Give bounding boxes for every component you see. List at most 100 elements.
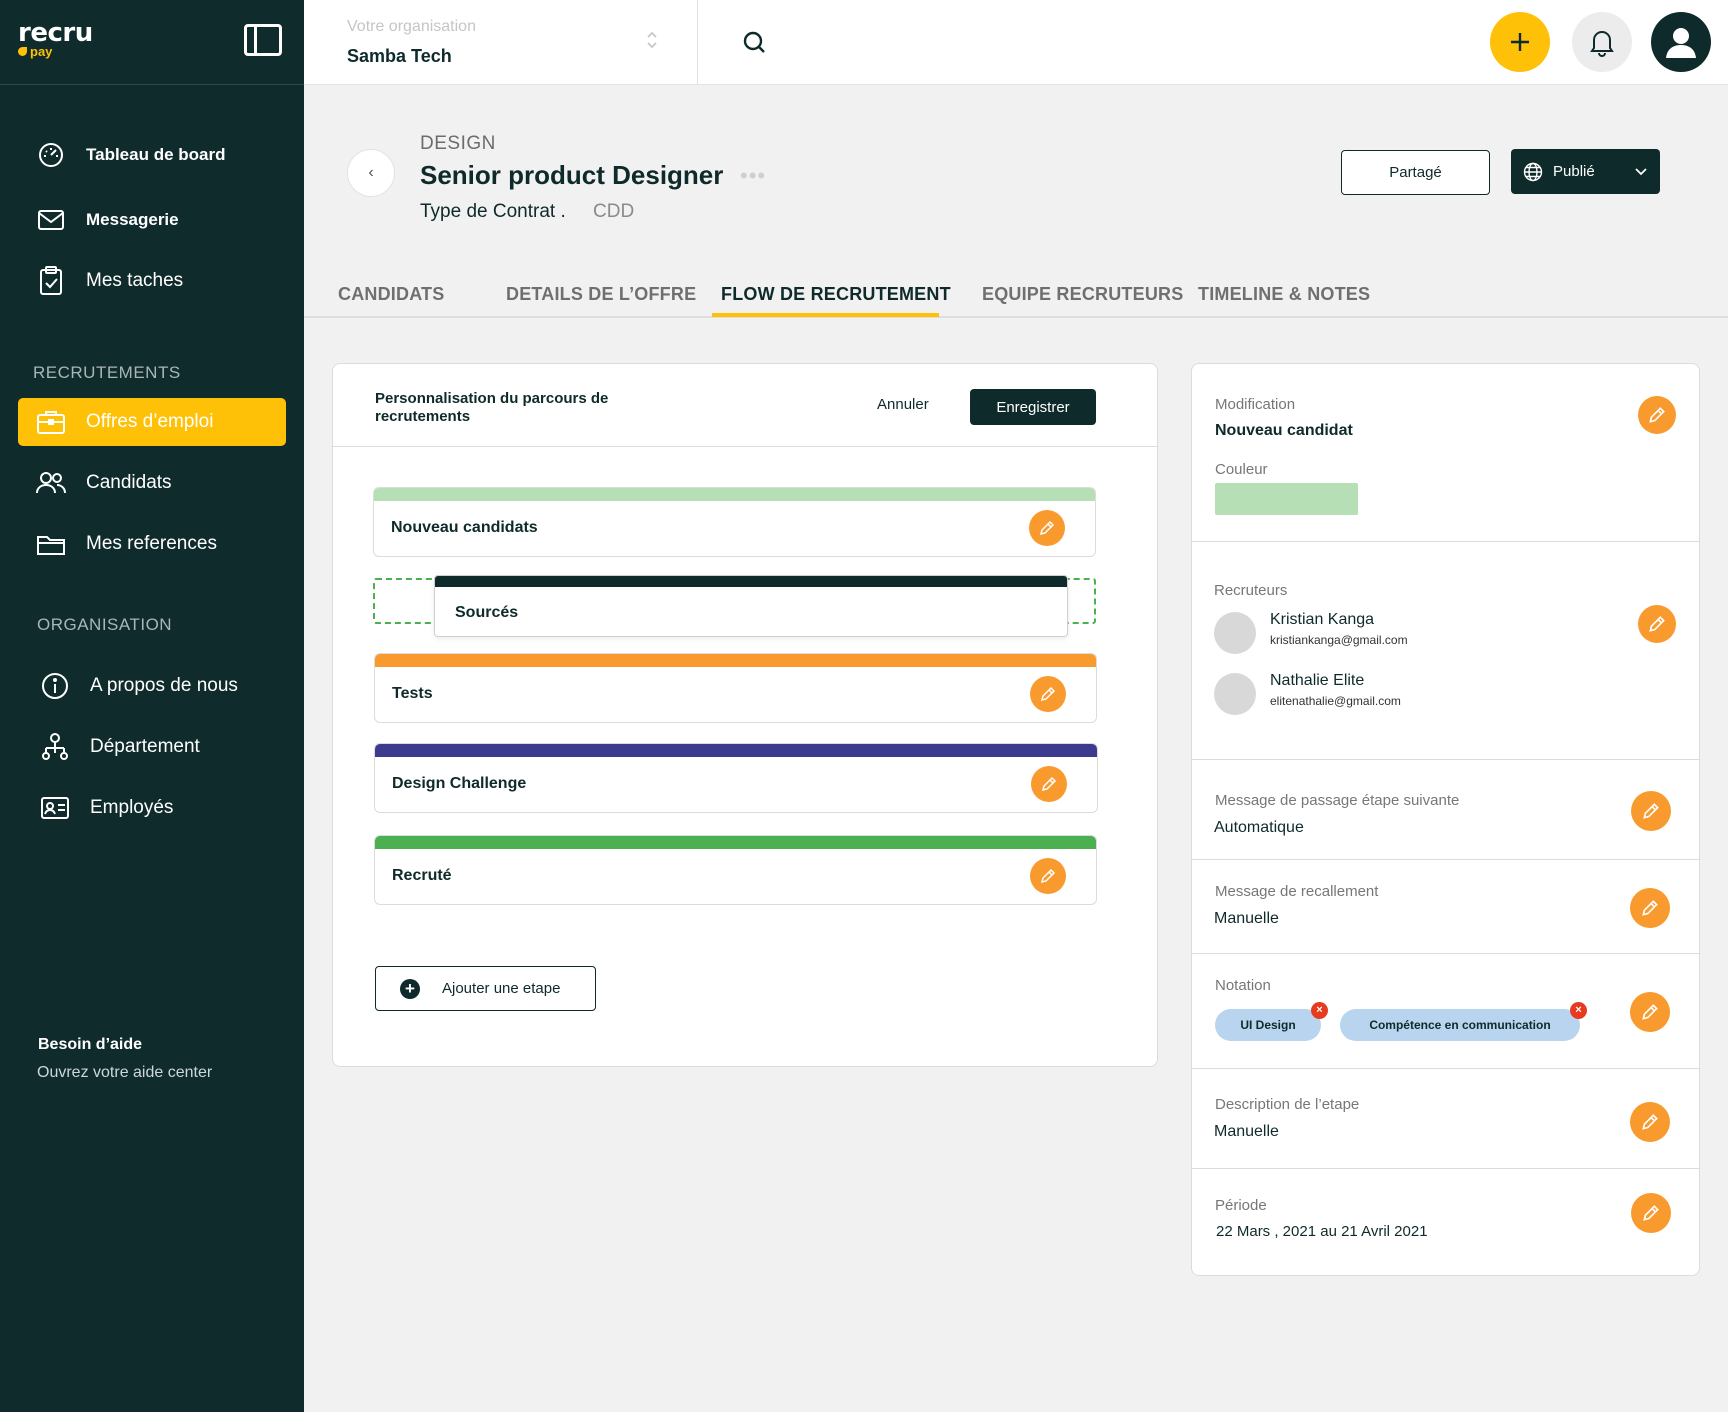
edit-recall-button[interactable] [1630, 888, 1670, 928]
details-recruiters: Recruteurs Kristian Kanga kristiankanga@… [1192, 542, 1699, 760]
edit-description-button[interactable] [1630, 1102, 1670, 1142]
details-description: Description de l’etape Manuelle [1192, 1069, 1699, 1169]
stage-color-bar [375, 836, 1096, 849]
modification-value: Nouveau candidat [1215, 422, 1353, 439]
nav-item-references[interactable]: Mes references [18, 520, 286, 568]
color-label: Couleur [1215, 461, 1268, 478]
help-title[interactable]: Besoin d’aide [38, 1036, 142, 1054]
remove-chip-icon[interactable]: × [1311, 1002, 1328, 1019]
edit-period-button[interactable] [1631, 1193, 1671, 1233]
back-button[interactable]: ‹ [347, 149, 395, 197]
stage-name: Recruté [392, 867, 452, 884]
chevron-down-icon [1635, 167, 1647, 175]
stage-card-sourced-dragging[interactable]: Sourcés [434, 575, 1068, 637]
edit-stage-button[interactable] [1030, 676, 1066, 712]
chip-label: UI Design [1240, 1018, 1296, 1032]
nav-label: Mes taches [86, 270, 184, 291]
nav-item-employees[interactable]: Employés [22, 784, 290, 832]
tabs: CANDIDATS DETAILS DE L’OFFRE FLOW DE REC… [304, 268, 1728, 318]
help-link[interactable]: Ouvrez votre aide center [37, 1064, 212, 1082]
stage-name: Sourcés [455, 604, 519, 621]
folder-icon [36, 529, 66, 559]
org-name: Samba Tech [347, 46, 452, 66]
contract-type-value: CDD [593, 201, 635, 222]
tab-recruiter-team[interactable]: EQUIPE RECRUTEURS [982, 284, 1183, 305]
pencil-icon [1642, 1004, 1658, 1020]
edit-stage-button[interactable] [1030, 858, 1066, 894]
recruiter-name: Nathalie Elite [1270, 672, 1365, 689]
nav-item-department[interactable]: Département [22, 723, 290, 771]
recall-value: Manuelle [1214, 910, 1279, 927]
stage-card-tests[interactable]: Tests [374, 653, 1097, 723]
cancel-button[interactable]: Annuler [877, 396, 929, 413]
add-step-label: Ajouter une etape [442, 980, 561, 997]
skill-chip[interactable]: Compétence en communication × [1340, 1002, 1587, 1041]
tab-offer-details[interactable]: DETAILS DE L’OFFRE [506, 284, 696, 305]
edit-next-message-button[interactable] [1631, 791, 1671, 831]
recall-label: Message de recallement [1215, 883, 1379, 900]
tab-timeline-notes[interactable]: TIMELINE & NOTES [1198, 284, 1370, 305]
bell-icon [1590, 31, 1614, 57]
nav-label: A propos de nous [90, 675, 238, 696]
publish-status-dropdown[interactable]: Publié [1511, 149, 1660, 194]
pencil-icon [1643, 1205, 1659, 1221]
remove-chip-icon[interactable]: × [1570, 1002, 1587, 1019]
details-period: Période 22 Mars , 2021 au 21 Avril 2021 [1192, 1169, 1699, 1275]
stage-details-panel: Modification Nouveau candidat Couleur Re… [1191, 363, 1700, 1276]
details-next-message: Message de passage étape suivante Automa… [1192, 760, 1699, 860]
logo[interactable]: recru pay [18, 20, 93, 59]
briefcase-icon [36, 407, 66, 437]
add-step-button[interactable]: + Ajouter une etape [375, 966, 596, 1011]
contract-type-label: Type de Contrat . [420, 201, 566, 222]
edit-recruiters-button[interactable] [1638, 605, 1676, 643]
edit-notation-button[interactable] [1630, 992, 1670, 1032]
save-button[interactable]: Enregistrer [970, 389, 1096, 425]
sidebar-toggle-icon[interactable] [244, 24, 282, 56]
notifications-button[interactable] [1572, 12, 1632, 72]
org-chart-icon [40, 732, 70, 762]
logo-dot-icon [18, 47, 27, 56]
pencil-icon [1041, 776, 1057, 792]
tab-recruitment-flow[interactable]: FLOW DE RECRUTEMENT [721, 284, 951, 305]
page-title: Senior product Designer [420, 160, 724, 190]
up-down-chevron-icon [644, 28, 660, 52]
stage-color-bar [374, 488, 1095, 501]
pencil-icon [1649, 407, 1665, 423]
edit-modification-button[interactable] [1638, 396, 1676, 434]
flow-title: Personnalisation du parcours de recrutem… [375, 390, 609, 425]
nav-item-dashboard[interactable]: Tableau de board [18, 131, 286, 179]
user-icon [1666, 28, 1696, 58]
stage-color-bar [435, 576, 1067, 587]
stage-card-design-challenge[interactable]: Design Challenge [374, 743, 1098, 813]
more-options-icon[interactable]: ••• [740, 163, 766, 189]
edit-stage-button[interactable] [1031, 766, 1067, 802]
nav-item-job-offers[interactable]: Offres d’emploi [18, 398, 286, 446]
org-label: Votre organisation [347, 18, 476, 35]
tab-candidates[interactable]: CANDIDATS [338, 284, 444, 305]
info-icon [40, 671, 70, 701]
add-button[interactable] [1490, 12, 1550, 72]
pencil-icon [1040, 686, 1056, 702]
color-swatch[interactable] [1215, 483, 1358, 515]
topbar: Votre organisation Samba Tech [304, 0, 1728, 85]
edit-stage-button[interactable] [1029, 510, 1065, 546]
stage-name: Nouveau candidats [391, 519, 538, 536]
details-recall-message: Message de recallement Manuelle [1192, 860, 1699, 954]
search-icon[interactable] [740, 28, 770, 58]
pencil-icon [1643, 803, 1659, 819]
stage-card-new-candidates[interactable]: Nouveau candidats [373, 487, 1096, 557]
publish-label: Publié [1553, 163, 1595, 180]
nav-label: Offres d’emploi [86, 411, 214, 432]
nav-item-messaging[interactable]: Messagerie [18, 196, 286, 244]
nav-label: Tableau de board [86, 145, 226, 164]
gauge-icon [36, 140, 66, 170]
nav-label: Candidats [86, 472, 172, 493]
org-selector[interactable]: Votre organisation Samba Tech [304, 0, 698, 85]
avatar[interactable] [1651, 12, 1711, 72]
nav-item-about[interactable]: A propos de nous [22, 662, 290, 710]
share-button[interactable]: Partagé [1341, 150, 1490, 195]
skill-chip[interactable]: UI Design × [1215, 1002, 1328, 1041]
nav-item-tasks[interactable]: Mes taches [18, 257, 286, 305]
stage-card-hired[interactable]: Recruté [374, 835, 1097, 905]
nav-item-candidates[interactable]: Candidats [18, 459, 286, 507]
